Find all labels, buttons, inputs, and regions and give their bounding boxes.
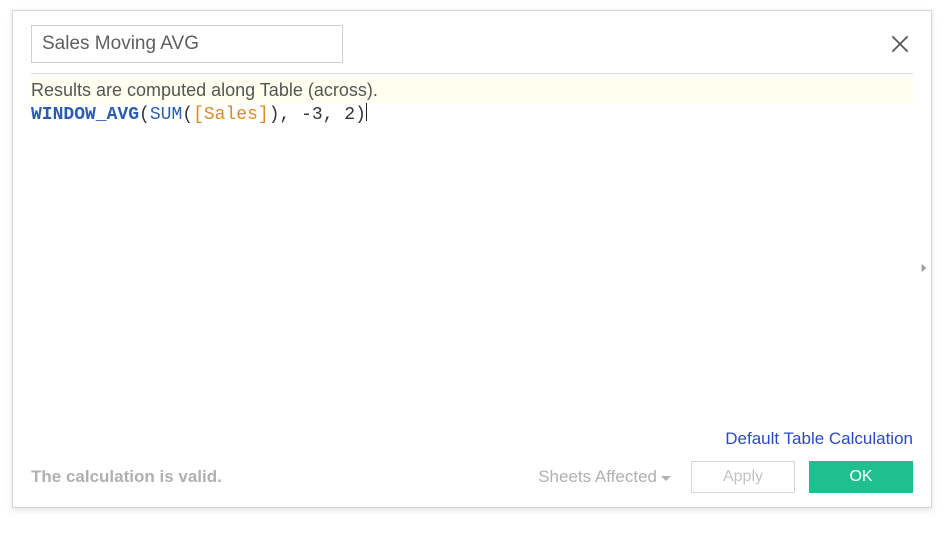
validation-status: The calculation is valid. xyxy=(31,467,222,487)
calculation-dialog: Results are computed along Table (across… xyxy=(12,10,932,508)
default-table-calc-link[interactable]: Default Table Calculation xyxy=(725,429,913,448)
header-divider xyxy=(31,73,913,74)
formula-args-tail: , -3, 2 xyxy=(280,105,356,125)
calc-name-input[interactable] xyxy=(31,25,343,63)
dialog-footer: Default Table Calculation The calculatio… xyxy=(31,429,913,493)
formula-editor[interactable]: WINDOW_AVG(SUM([Sales]), -3, 2) xyxy=(31,103,913,363)
formula-paren-open1: ( xyxy=(139,105,150,125)
compute-info-message: Results are computed along Table (across… xyxy=(31,78,913,103)
formula-field: [Sales] xyxy=(193,105,269,125)
expand-right-icon[interactable] xyxy=(915,257,933,279)
formula-function: WINDOW_AVG xyxy=(31,105,139,125)
text-cursor xyxy=(366,103,367,121)
formula-paren-close2: ) xyxy=(269,105,280,125)
formula-paren-close1: ) xyxy=(355,105,366,125)
close-icon[interactable] xyxy=(887,31,913,57)
chevron-down-icon xyxy=(661,476,671,481)
dialog-header xyxy=(13,11,931,73)
sheets-affected-dropdown[interactable]: Sheets Affected xyxy=(538,467,671,487)
formula-paren-open2: ( xyxy=(182,105,193,125)
apply-button[interactable]: Apply xyxy=(691,461,795,493)
formula-aggregate: SUM xyxy=(150,105,182,125)
ok-button[interactable]: OK xyxy=(809,461,913,493)
sheets-affected-label: Sheets Affected xyxy=(538,467,657,487)
